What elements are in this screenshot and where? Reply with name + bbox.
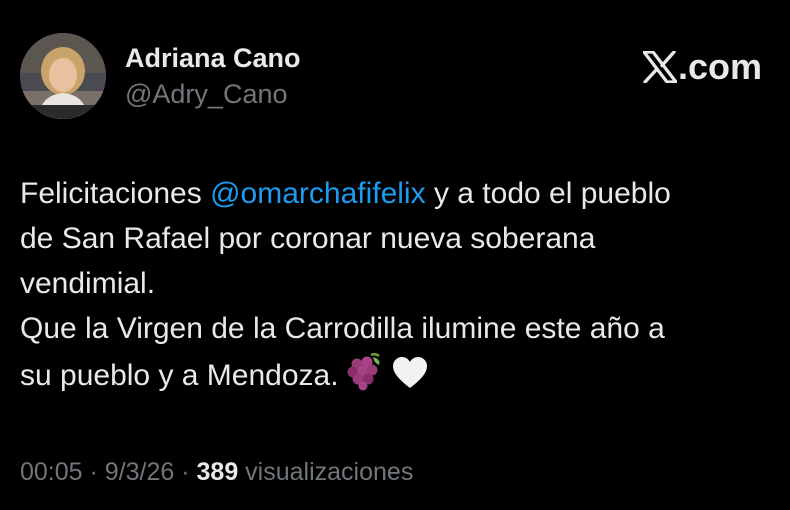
tweet-meta: 00:05 · 9/3/26 · 389 visualizaciones xyxy=(20,456,413,488)
tweet-text-segment: Felicitaciones xyxy=(20,177,211,210)
avatar[interactable] xyxy=(20,33,106,119)
views-label: visualizaciones xyxy=(238,458,414,486)
tweet-card: Adriana Cano @Adry_Cano .com Felicitacio… xyxy=(0,0,790,510)
tweet-text-segment: y a todo el pueblo xyxy=(425,177,671,210)
tweet-date[interactable]: 9/3/26 xyxy=(105,458,175,486)
author-handle[interactable]: @Adry_Cano xyxy=(125,78,288,110)
profile-photo xyxy=(20,33,106,119)
grapes-emoji xyxy=(345,351,385,391)
brand-watermark: .com xyxy=(642,46,762,87)
mention-link[interactable]: @omarchafifelix xyxy=(210,177,426,210)
brand-label: .com xyxy=(677,46,762,87)
tweet-text: Felicitaciones @omarchafifelix y a todo … xyxy=(20,171,772,398)
tweet-line: su pueblo y a Mendoza. xyxy=(20,351,772,398)
tweet-text-segment: su pueblo y a Mendoza. xyxy=(20,359,339,392)
tweet-line: vendimial. xyxy=(20,267,156,300)
tweet-time[interactable]: 00:05 xyxy=(20,458,83,486)
tweet-line: Felicitaciones @omarchafifelix y a todo … xyxy=(20,171,772,216)
white-heart-emoji xyxy=(391,355,429,391)
author-name[interactable]: Adriana Cano xyxy=(125,42,301,74)
views-count[interactable]: 389 xyxy=(197,458,239,486)
tweet-line: Que la Virgen de la Carrodilla ilumine e… xyxy=(20,312,665,345)
x-logo-icon xyxy=(642,51,677,83)
tweet-line: de San Rafael por coronar nueva soberana xyxy=(20,222,596,255)
meta-separator: · xyxy=(82,458,105,486)
meta-separator: · xyxy=(174,458,197,486)
